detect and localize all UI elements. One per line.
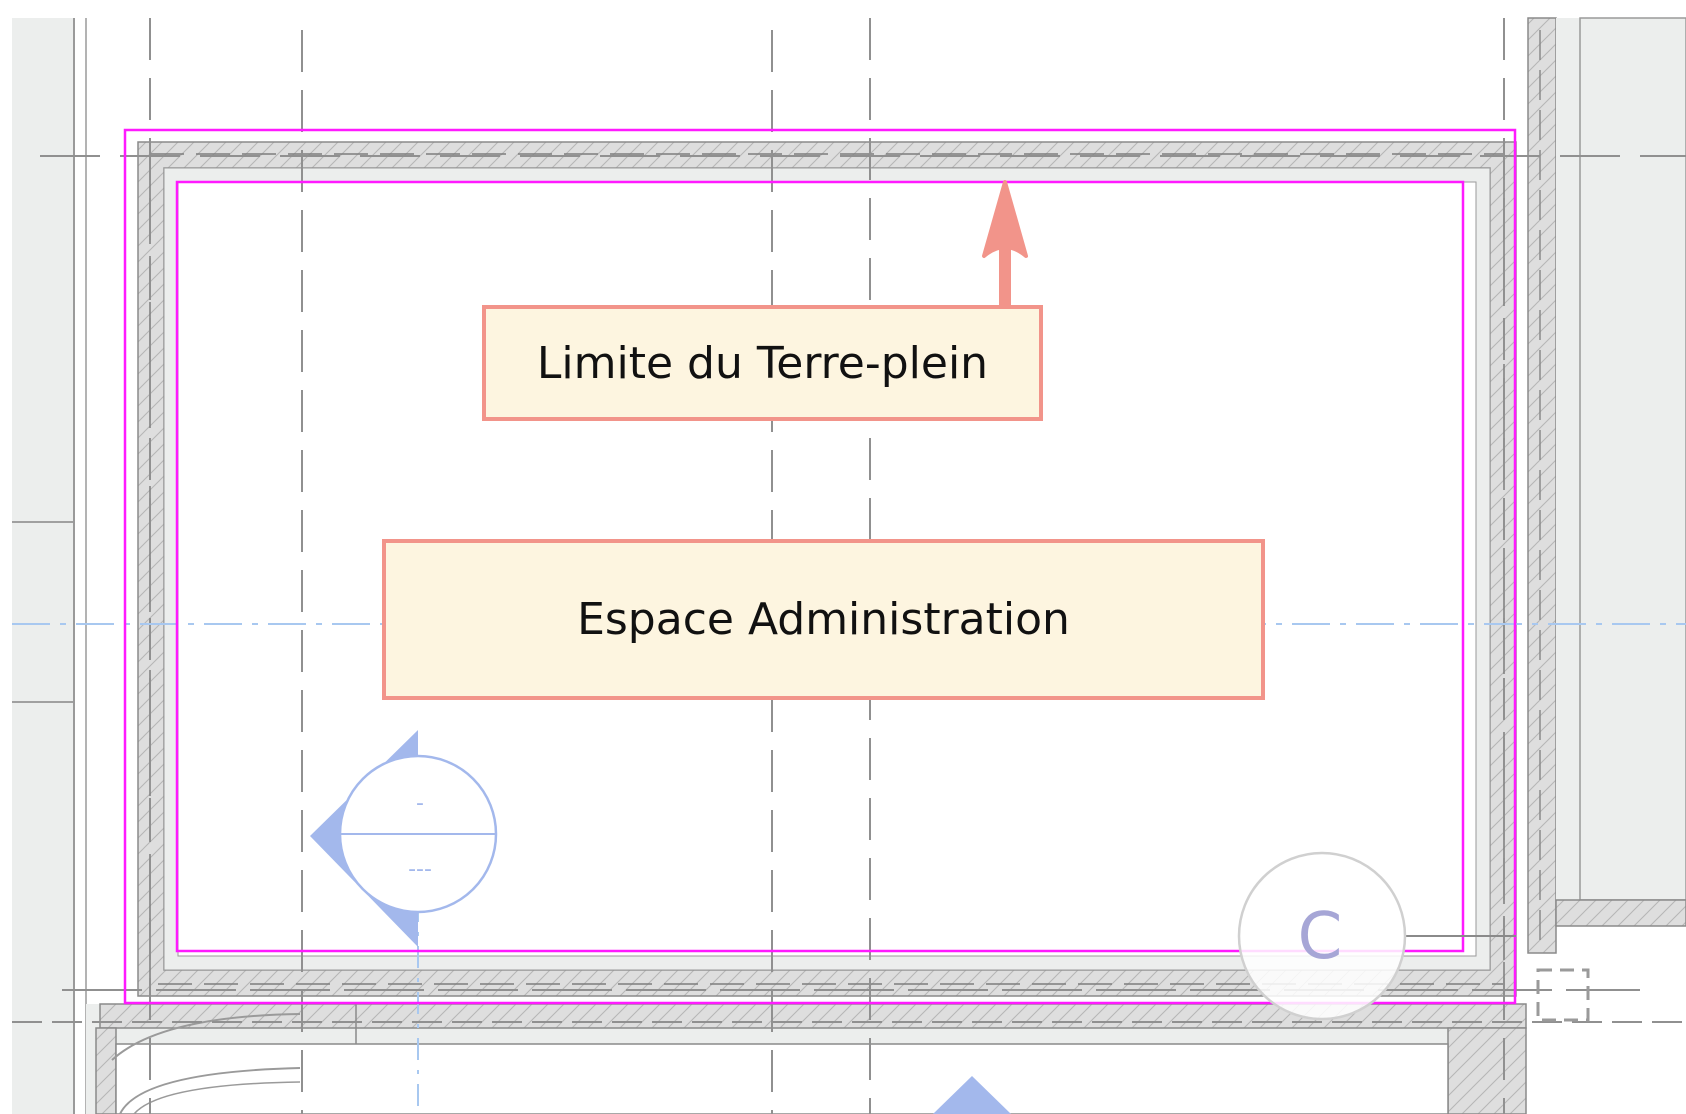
section-marker-bottom-label: --- (408, 857, 432, 882)
section-marker-top-label: - (416, 791, 424, 816)
space-callout: Espace Administration (382, 539, 1265, 700)
grid-bubble-label: C (1298, 900, 1343, 974)
boundary-callout-label: Limite du Terre-plein (536, 337, 989, 389)
right-adjacent-walls (1527, 17, 1686, 954)
left-adjacent-area (12, 18, 87, 1114)
space-callout-label: Espace Administration (577, 594, 1070, 645)
floor-plan-view: - --- C Limite du Terre-plein Espace Adm… (0, 0, 1686, 1114)
boundary-callout: Limite du Terre-plein (482, 305, 1043, 421)
